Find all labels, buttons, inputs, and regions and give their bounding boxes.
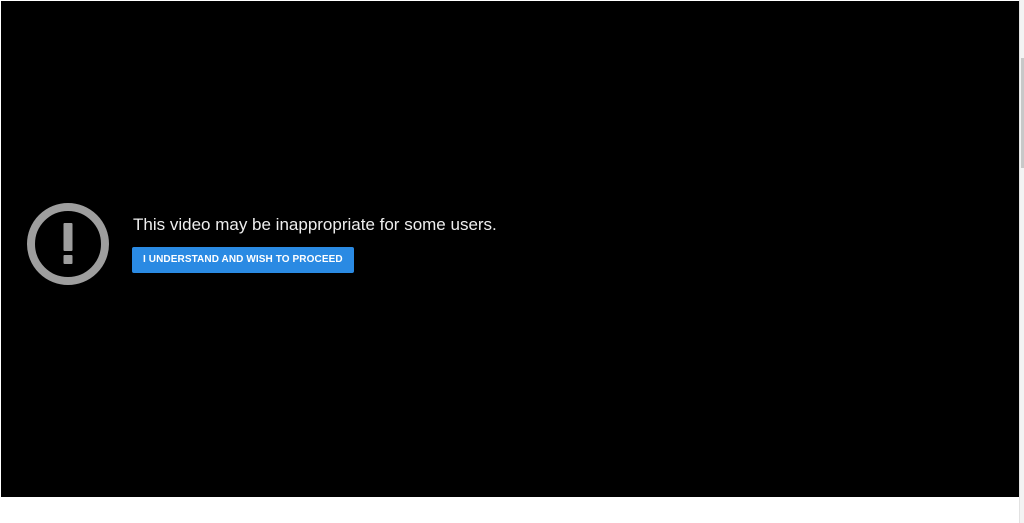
page: This video may be inappropriate for some… (0, 0, 1024, 523)
content-warning-message: This video may be inappropriate for some… (133, 215, 497, 234)
proceed-button[interactable]: I UNDERSTAND AND WISH TO PROCEED (132, 247, 354, 273)
exclamation-circle-icon (26, 202, 110, 286)
page-scrollbar[interactable] (1019, 0, 1024, 523)
video-player: This video may be inappropriate for some… (1, 1, 1019, 497)
